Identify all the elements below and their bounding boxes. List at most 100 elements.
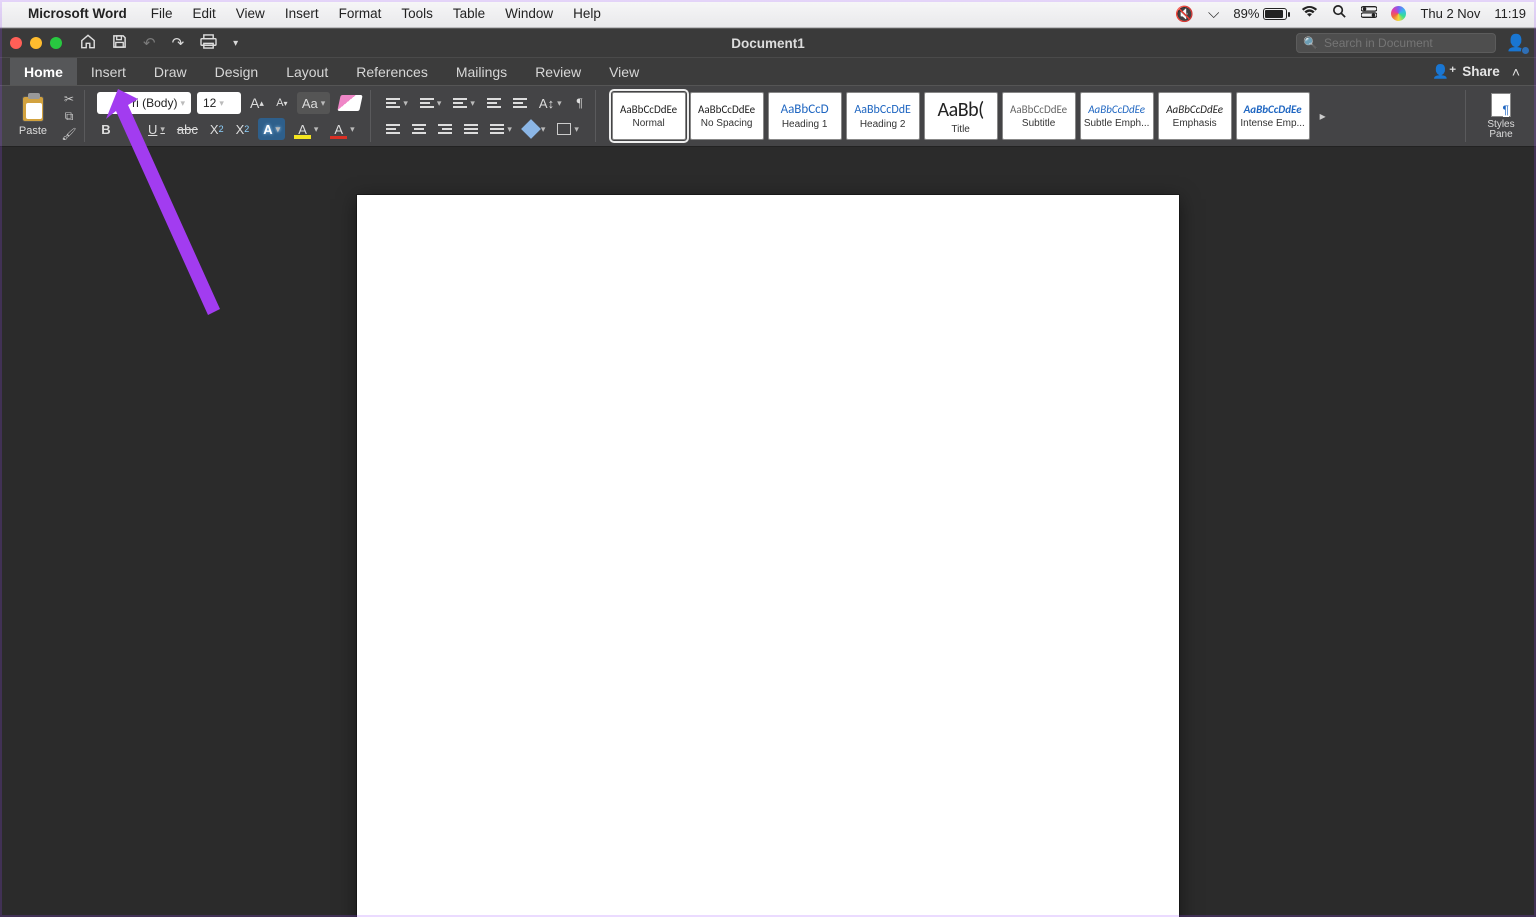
bullets-button[interactable]: [383, 92, 411, 114]
document-page[interactable]: [357, 195, 1179, 917]
change-case-button[interactable]: Aa: [297, 92, 330, 114]
mute-icon[interactable]: 🔇: [1175, 5, 1194, 23]
shrink-font-button[interactable]: A▾: [273, 92, 291, 114]
group-paragraph: A↕ ¶: [377, 90, 595, 142]
paste-button[interactable]: Paste: [12, 96, 54, 137]
bold-button[interactable]: B: [97, 118, 115, 140]
increase-indent-button[interactable]: [510, 92, 530, 114]
borders-button[interactable]: [554, 118, 582, 140]
home-icon[interactable]: [80, 34, 96, 53]
mac-menubar: Microsoft Word File Edit View Insert For…: [0, 0, 1536, 28]
redo-icon[interactable]: ↷: [172, 34, 185, 52]
menubar-app-name[interactable]: Microsoft Word: [22, 6, 133, 21]
paste-label: Paste: [19, 125, 47, 137]
align-center-button[interactable]: [409, 118, 429, 140]
menu-window[interactable]: Window: [495, 6, 563, 21]
tab-references[interactable]: References: [342, 58, 442, 85]
style-tile-subtle-emph-[interactable]: AaBbCcDdEeSubtle Emph...: [1080, 92, 1154, 140]
grow-font-button[interactable]: A▴: [247, 92, 267, 114]
document-search[interactable]: 🔍: [1296, 33, 1496, 53]
strikethrough-button[interactable]: abc: [174, 118, 201, 140]
show-marks-button[interactable]: ¶: [571, 92, 589, 114]
decrease-indent-button[interactable]: [484, 92, 504, 114]
save-icon[interactable]: [112, 34, 127, 53]
align-justify-button[interactable]: [461, 118, 481, 140]
style-tile-emphasis[interactable]: AaBbCcDdEeEmphasis: [1158, 92, 1232, 140]
font-size-select[interactable]: 12: [197, 92, 241, 114]
menu-tools[interactable]: Tools: [391, 6, 443, 21]
share-button[interactable]: 👤⁺ Share: [1426, 64, 1505, 80]
font-name-select[interactable]: ri (Body): [97, 92, 191, 114]
tab-review[interactable]: Review: [521, 58, 595, 85]
style-tile-intense-emp-[interactable]: AaBbCcDdEeIntense Emp...: [1236, 92, 1310, 140]
style-tile-no-spacing[interactable]: AaBbCcDdEeNo Spacing: [690, 92, 764, 140]
menu-table[interactable]: Table: [443, 6, 495, 21]
shading-button[interactable]: [521, 118, 549, 140]
style-tile-title[interactable]: AaBb(Title: [924, 92, 998, 140]
clear-formatting-button[interactable]: [336, 92, 364, 114]
highlight-button[interactable]: A: [291, 118, 321, 140]
group-font: ri (Body) 12 A▴ A▾ Aa B I U abc X2 X2 A …: [91, 90, 371, 142]
style-tile-subtitle[interactable]: AaBbCcDdEeSubtitle: [1002, 92, 1076, 140]
search-input[interactable]: [1324, 36, 1489, 50]
group-styles-pane: StylesPane: [1472, 90, 1530, 142]
bluetooth-icon[interactable]: ⌵: [1208, 5, 1219, 22]
battery-pct: 89%: [1233, 6, 1259, 21]
tab-insert[interactable]: Insert: [77, 58, 140, 85]
tab-design[interactable]: Design: [201, 58, 273, 85]
menu-file[interactable]: File: [141, 6, 183, 21]
print-icon[interactable]: [200, 34, 217, 53]
zoom-window-button[interactable]: [50, 37, 62, 49]
account-icon[interactable]: 👤: [1506, 33, 1526, 53]
format-painter-icon[interactable]: 🖌: [60, 127, 78, 141]
copy-icon[interactable]: ⧉: [60, 109, 78, 124]
tab-mailings[interactable]: Mailings: [442, 58, 521, 85]
tab-home[interactable]: Home: [10, 58, 77, 85]
style-preview: AaBbCcDdEe: [1166, 103, 1223, 116]
superscript-button[interactable]: X2: [233, 118, 253, 140]
cut-icon[interactable]: ✂: [60, 92, 78, 106]
style-tile-normal[interactable]: AaBbCcDdEeNormal: [612, 92, 686, 140]
tab-view[interactable]: View: [595, 58, 653, 85]
align-right-button[interactable]: [435, 118, 455, 140]
line-spacing-button[interactable]: [487, 118, 515, 140]
menu-help[interactable]: Help: [563, 6, 611, 21]
menu-edit[interactable]: Edit: [183, 6, 226, 21]
document-title: Document1: [731, 36, 805, 51]
window-titlebar: ↶ ↷ ▾ Document1 🔍 👤: [0, 29, 1536, 57]
wifi-icon[interactable]: [1301, 5, 1318, 22]
numbering-button[interactable]: [417, 92, 445, 114]
sort-button[interactable]: A↕: [536, 92, 565, 114]
menubar-time[interactable]: 11:19: [1494, 6, 1526, 21]
spotlight-icon[interactable]: [1332, 4, 1347, 23]
collapse-ribbon-icon[interactable]: ˄: [1506, 64, 1526, 80]
control-center-icon[interactable]: [1361, 5, 1377, 22]
text-effects-button[interactable]: A: [258, 118, 285, 140]
document-canvas[interactable]: [0, 175, 1536, 917]
undo-icon[interactable]: ↶: [143, 34, 156, 52]
close-window-button[interactable]: [10, 37, 22, 49]
style-tile-heading-1[interactable]: AaBbCcDHeading 1: [768, 92, 842, 140]
customize-qat-icon[interactable]: ▾: [233, 38, 238, 49]
styles-more-button[interactable]: ▸: [1314, 109, 1332, 123]
menu-format[interactable]: Format: [329, 6, 392, 21]
align-left-button[interactable]: [383, 118, 403, 140]
styles-pane-button[interactable]: StylesPane: [1478, 93, 1524, 140]
multilevel-list-button[interactable]: [450, 92, 478, 114]
battery-status[interactable]: 89%: [1233, 6, 1287, 21]
tab-layout[interactable]: Layout: [272, 58, 342, 85]
italic-button[interactable]: I: [121, 118, 139, 140]
traffic-lights: [10, 37, 62, 49]
underline-button[interactable]: U: [145, 118, 168, 140]
menu-view[interactable]: View: [226, 6, 275, 21]
siri-icon[interactable]: [1391, 6, 1406, 21]
menu-insert[interactable]: Insert: [275, 6, 329, 21]
font-color-button[interactable]: A: [327, 118, 357, 140]
menubar-date[interactable]: Thu 2 Nov: [1420, 6, 1480, 21]
minimize-window-button[interactable]: [30, 37, 42, 49]
quick-access-toolbar: ↶ ↷ ▾: [80, 34, 238, 53]
subscript-button[interactable]: X2: [207, 118, 227, 140]
paste-icon: [22, 96, 44, 122]
tab-draw[interactable]: Draw: [140, 58, 201, 85]
style-tile-heading-2[interactable]: AaBbCcDdEHeading 2: [846, 92, 920, 140]
